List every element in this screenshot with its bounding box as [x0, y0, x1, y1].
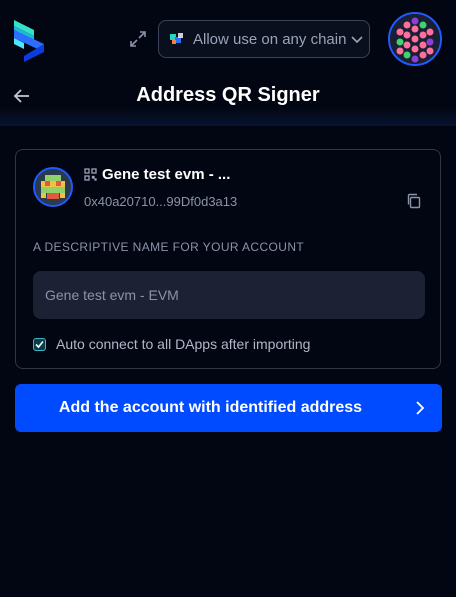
chevron-right-icon: [416, 401, 425, 415]
copy-icon[interactable]: [406, 193, 422, 209]
add-account-button[interactable]: Add the account with identified address: [15, 384, 442, 432]
account-name: Gene test evm - ...: [102, 166, 231, 183]
account-avatar-icon[interactable]: [388, 12, 442, 66]
top-bar: Allow use on any chain: [0, 0, 456, 78]
account-name-input[interactable]: [33, 271, 425, 319]
chain-selector-label: Allow use on any chain: [193, 30, 347, 48]
subwallet-logo-icon[interactable]: [12, 18, 46, 62]
auto-connect-row[interactable]: Auto connect to all DApps after importin…: [33, 336, 310, 352]
add-account-button-label: Add the account with identified address: [58, 399, 363, 416]
chain-selector[interactable]: Allow use on any chain: [158, 20, 370, 58]
qr-code-icon: [84, 168, 97, 181]
page-title: Address QR Signer: [136, 84, 320, 106]
chevron-down-icon: [351, 36, 364, 44]
chain-network-icon: [170, 33, 183, 44]
account-identicon: [33, 167, 73, 207]
page-header: Address QR Signer: [0, 78, 456, 126]
account-address: 0x40a20710...99Df0d3a13: [84, 194, 238, 209]
name-field-label: A DESCRIPTIVE NAME FOR YOUR ACCOUNT: [33, 240, 305, 254]
auto-connect-checkbox[interactable]: [33, 337, 46, 351]
expand-icon[interactable]: [128, 29, 148, 49]
check-icon: [35, 340, 44, 348]
account-card: Gene test evm - ... 0x40a20710...99Df0d3…: [15, 149, 441, 369]
auto-connect-label: Auto connect to all DApps after importin…: [56, 336, 311, 352]
account-name-row: Gene test evm - ...: [84, 166, 230, 183]
